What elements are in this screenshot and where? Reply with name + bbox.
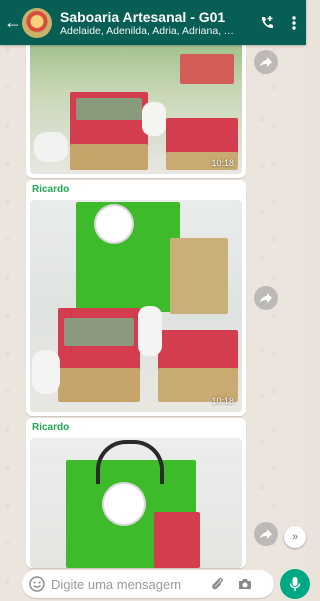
image-message[interactable]: Ricardo: [26, 418, 246, 568]
image-message[interactable]: 10:18: [26, 40, 246, 178]
forward-icon[interactable]: [254, 50, 278, 74]
camera-icon[interactable]: [237, 576, 253, 592]
image-message[interactable]: Ricardo 10:18: [26, 180, 246, 416]
message-input[interactable]: [51, 576, 201, 592]
message-composer: [22, 570, 274, 598]
group-participants: Adelaide, Adenilda, Adria, Adriana, Agd.…: [60, 24, 236, 37]
emoji-icon[interactable]: [29, 576, 45, 592]
arrow-left-icon[interactable]: ←: [4, 0, 22, 45]
add-call-icon[interactable]: [254, 0, 280, 45]
sender-name: Ricardo: [32, 422, 70, 433]
mic-icon[interactable]: [280, 569, 310, 599]
message-time: 10:18: [211, 158, 234, 168]
group-avatar[interactable]: [22, 7, 52, 38]
group-info[interactable]: Saboaria Artesanal - G01 Adelaide, Adeni…: [60, 9, 236, 37]
forward-icon[interactable]: [254, 522, 278, 546]
group-title: Saboaria Artesanal - G01: [60, 8, 226, 25]
message-time: 10:18: [211, 396, 234, 406]
product-photo[interactable]: 10:18: [30, 200, 242, 412]
forward-icon[interactable]: [254, 286, 278, 310]
paperclip-icon[interactable]: [209, 576, 225, 592]
scroll-down-icon[interactable]: »: [284, 526, 306, 548]
chat-header: ← Saboaria Artesanal - G01 Adelaide, Ade…: [0, 0, 306, 45]
product-photo[interactable]: [30, 438, 242, 568]
sender-name: Ricardo: [32, 184, 70, 195]
product-photo[interactable]: 10:18: [30, 40, 242, 174]
more-vert-icon[interactable]: [286, 0, 302, 45]
